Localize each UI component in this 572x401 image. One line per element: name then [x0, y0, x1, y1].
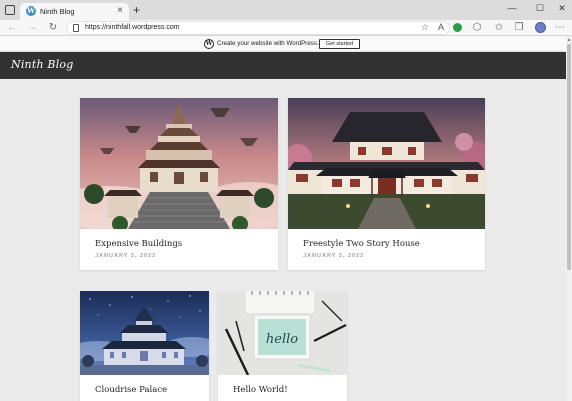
- close-tab-icon[interactable]: ×: [117, 5, 123, 16]
- address-bar[interactable]: https://ninthfall.wordpress.com ☆ A: [66, 21, 450, 35]
- maximize-icon[interactable]: ☐: [532, 3, 548, 14]
- scroll-up-icon[interactable]: ▲: [566, 37, 572, 43]
- wordpress-favicon-icon: W: [26, 6, 36, 16]
- tab-title: Ninth Blog: [40, 7, 75, 16]
- favorite-star-icon[interactable]: ☆: [421, 22, 429, 33]
- post-card[interactable]: hello Hello World!: [218, 291, 347, 401]
- tab-strip: W Ninth Blog × + — ☐ ✕: [0, 0, 572, 20]
- hello-text: hello: [266, 332, 298, 347]
- minimize-icon[interactable]: —: [504, 3, 520, 13]
- favorites-icon[interactable]: ✩: [492, 21, 506, 35]
- more-icon[interactable]: ⋯: [553, 21, 567, 35]
- forward-icon[interactable]: →: [25, 21, 39, 35]
- banner-text[interactable]: Create your website with WordPress.com: [217, 40, 330, 47]
- wordpress-logo-icon: W: [204, 39, 214, 49]
- url-text[interactable]: https://ninthfall.wordpress.com: [85, 24, 180, 31]
- post-thumbnail[interactable]: hello: [218, 291, 347, 375]
- two-story-house-image: [288, 98, 485, 229]
- hello-lettering-image: hello: [218, 291, 347, 375]
- refresh-icon[interactable]: ↻: [46, 21, 60, 35]
- back-icon[interactable]: ←: [5, 21, 19, 35]
- new-tab-icon[interactable]: +: [133, 3, 140, 17]
- scrollbar-thumb[interactable]: [567, 44, 571, 270]
- extension-icon[interactable]: [453, 23, 462, 32]
- post-title[interactable]: Freestyle Two Story House: [303, 239, 420, 249]
- floating-palace-image: [80, 98, 278, 229]
- post-card[interactable]: Cloudrise Palace: [80, 291, 209, 401]
- post-thumbnail[interactable]: [288, 98, 485, 229]
- tab-actions-icon[interactable]: [5, 5, 15, 15]
- collections-icon[interactable]: ❐: [512, 21, 526, 35]
- post-card[interactable]: Expensive Buildings JANUARY 3, 2022: [80, 98, 278, 270]
- post-thumbnail[interactable]: [80, 291, 209, 375]
- post-title[interactable]: Cloudrise Palace: [95, 385, 167, 395]
- post-thumbnail[interactable]: [80, 98, 278, 229]
- read-aloud-icon[interactable]: A: [438, 22, 444, 32]
- post-date: JANUARY 3, 2022: [95, 253, 157, 259]
- site-header: Ninth Blog: [0, 52, 566, 79]
- cloudrise-palace-image: [80, 291, 209, 375]
- extensions-puzzle-icon[interactable]: ⬡: [470, 21, 484, 35]
- get-started-button[interactable]: Get started: [319, 39, 360, 49]
- profile-avatar[interactable]: [535, 22, 546, 33]
- post-title[interactable]: Expensive Buildings: [95, 239, 182, 249]
- post-date: JANUARY 3, 2022: [303, 253, 365, 259]
- post-card[interactable]: Freestyle Two Story House JANUARY 3, 202…: [288, 98, 485, 270]
- site-title[interactable]: Ninth Blog: [11, 58, 74, 71]
- close-window-icon[interactable]: ✕: [554, 3, 570, 14]
- wordpress-banner: W Create your website with WordPress.com…: [0, 36, 572, 52]
- post-title[interactable]: Hello World!: [233, 385, 288, 395]
- browser-tab[interactable]: W Ninth Blog ×: [20, 3, 129, 20]
- lock-icon: [73, 24, 79, 32]
- browser-toolbar: ← → ↻ https://ninthfall.wordpress.com ☆ …: [0, 20, 572, 36]
